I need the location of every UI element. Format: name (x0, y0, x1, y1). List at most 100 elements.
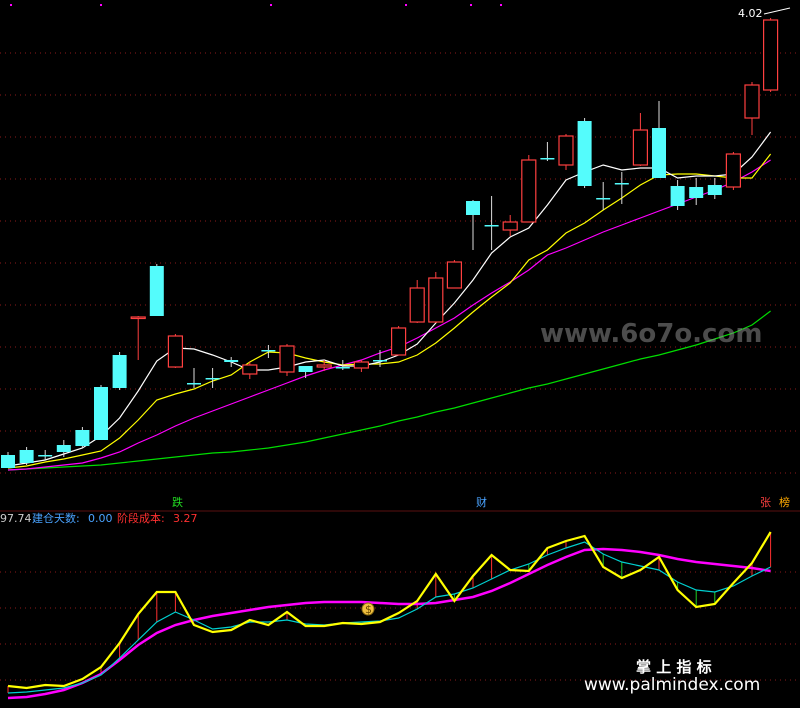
candle-body (652, 128, 666, 178)
candle-31 (558, 134, 574, 170)
candle-body (670, 186, 685, 206)
watermark-url: www.palmindex.com (584, 675, 760, 695)
candle-11 (187, 368, 201, 388)
top-dot-2 (270, 4, 272, 6)
candle-body (242, 364, 258, 375)
candle-body (149, 266, 164, 316)
marker-cai: 财 (476, 495, 487, 509)
candle-1 (1, 452, 15, 468)
top-dot-0 (10, 4, 12, 6)
candle-15 (261, 345, 276, 358)
candle-body (335, 367, 350, 369)
candle-body (446, 261, 462, 289)
marker-bang: 榜 (779, 495, 790, 509)
candle-24 (428, 272, 444, 323)
candle-38 (689, 178, 704, 205)
candle-body (428, 277, 444, 323)
top-dot-5 (500, 4, 502, 6)
candle-body (409, 287, 425, 323)
candle-body (502, 221, 518, 231)
candle-body (187, 383, 201, 385)
candle-body (261, 350, 276, 352)
candle-14 (242, 362, 258, 379)
marker-die: 跌 (172, 495, 183, 509)
candle-26 (466, 200, 480, 250)
candle-32 (577, 118, 592, 188)
candle-body (614, 183, 629, 185)
candle-2 (19, 447, 34, 465)
candle-42 (762, 18, 779, 92)
candle-40 (725, 152, 742, 190)
candlestick-series (1, 7, 791, 468)
candle-body (279, 345, 295, 373)
candle-13 (224, 357, 239, 367)
candle-body (689, 187, 704, 198)
candle-body (632, 129, 649, 166)
candle-body (316, 364, 332, 368)
candle-body (94, 387, 108, 440)
candle-body (558, 135, 574, 166)
candle-39 (707, 178, 722, 199)
candle-10 (167, 334, 183, 368)
candle-22 (391, 326, 407, 356)
candle-8 (130, 316, 146, 360)
ma10-line (7, 153, 772, 469)
candle-body (112, 355, 127, 388)
top-dot-3 (405, 4, 407, 6)
candle-20 (353, 360, 369, 372)
candle-9 (149, 264, 164, 316)
watermark-brand: 掌 上 指 标 (636, 658, 712, 676)
candle-5 (75, 427, 90, 448)
candle-7 (112, 352, 127, 390)
candle-body (56, 445, 71, 452)
candle-body (596, 198, 611, 200)
candle-body (19, 450, 34, 463)
candle-body (75, 430, 90, 446)
top-dot-1 (100, 4, 102, 6)
marker-zhang: 张 (760, 496, 771, 509)
indicator-field1-label: 建仓天数: (32, 511, 80, 525)
candle-body (353, 361, 369, 369)
last-price-arrow (763, 7, 791, 15)
candle-34 (614, 172, 629, 204)
candle-body (744, 84, 760, 119)
price-label-last: 4.02 (738, 7, 763, 20)
candle-6 (94, 385, 108, 440)
candle-body (224, 360, 239, 362)
candle-25 (446, 260, 462, 289)
ma5-line (7, 131, 772, 467)
candle-30 (540, 142, 555, 161)
chart-canvas: 4.02 跌 财 张 榜 97.74 建仓天数: 0.00 阶段成本: 3.27… (0, 4, 800, 700)
candle-41 (744, 82, 760, 135)
candle-body (725, 153, 742, 188)
candle-body (391, 327, 407, 356)
candle-16 (279, 344, 295, 376)
candle-body (373, 360, 387, 362)
candle-body (298, 366, 313, 372)
indicator-field2-label: 阶段成本: (117, 511, 165, 525)
candle-body (707, 185, 722, 195)
top-dot-4 (470, 4, 472, 6)
candle-33 (596, 182, 611, 210)
candle-body (577, 121, 592, 186)
candle-12 (205, 368, 220, 388)
candle-body (466, 201, 480, 215)
candle-4 (56, 440, 71, 457)
moneybag-icon: $ (361, 602, 375, 616)
candle-body (38, 455, 53, 457)
watermark-top: www.6o7o.com (540, 319, 762, 349)
candle-28 (502, 215, 518, 236)
candle-body (484, 225, 499, 227)
indicator-field2-value: 3.27 (173, 512, 198, 525)
moneybag-glyph: $ (365, 603, 372, 616)
candle-body (540, 158, 555, 160)
candle-23 (409, 280, 425, 323)
indicator-header-prefix: 97.74 (0, 512, 32, 525)
indicator-field1-value: 0.00 (88, 512, 113, 525)
candle-29 (521, 155, 537, 223)
candle-27 (484, 196, 499, 250)
moving-average-lines (7, 131, 772, 471)
candle-body (205, 378, 220, 380)
candle-body (1, 455, 15, 468)
candle-35 (632, 113, 649, 166)
